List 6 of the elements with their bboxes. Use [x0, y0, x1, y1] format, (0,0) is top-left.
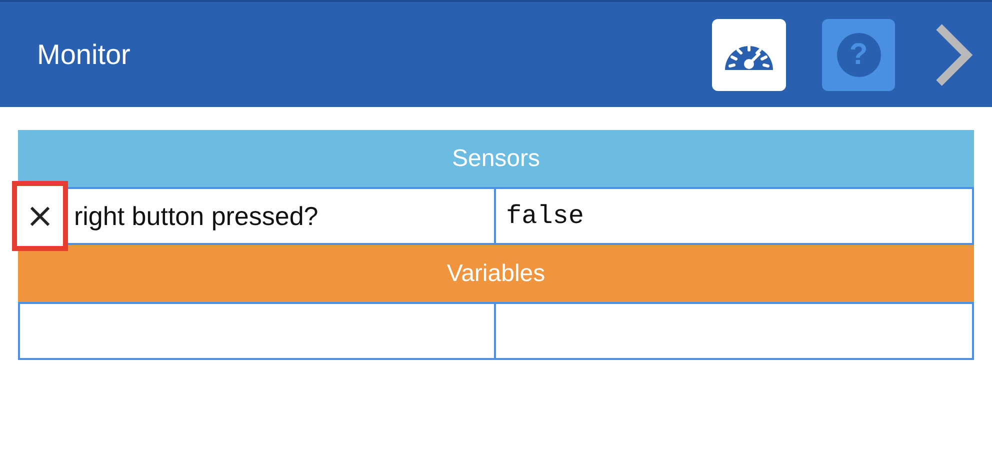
window-title: Monitor [37, 38, 130, 70]
section-header: Variables [18, 245, 974, 302]
gauge-button[interactable] [712, 18, 786, 90]
remove-button[interactable]: × [12, 181, 68, 251]
table-cell: false [496, 187, 974, 245]
section-header: Sensors [18, 130, 974, 187]
